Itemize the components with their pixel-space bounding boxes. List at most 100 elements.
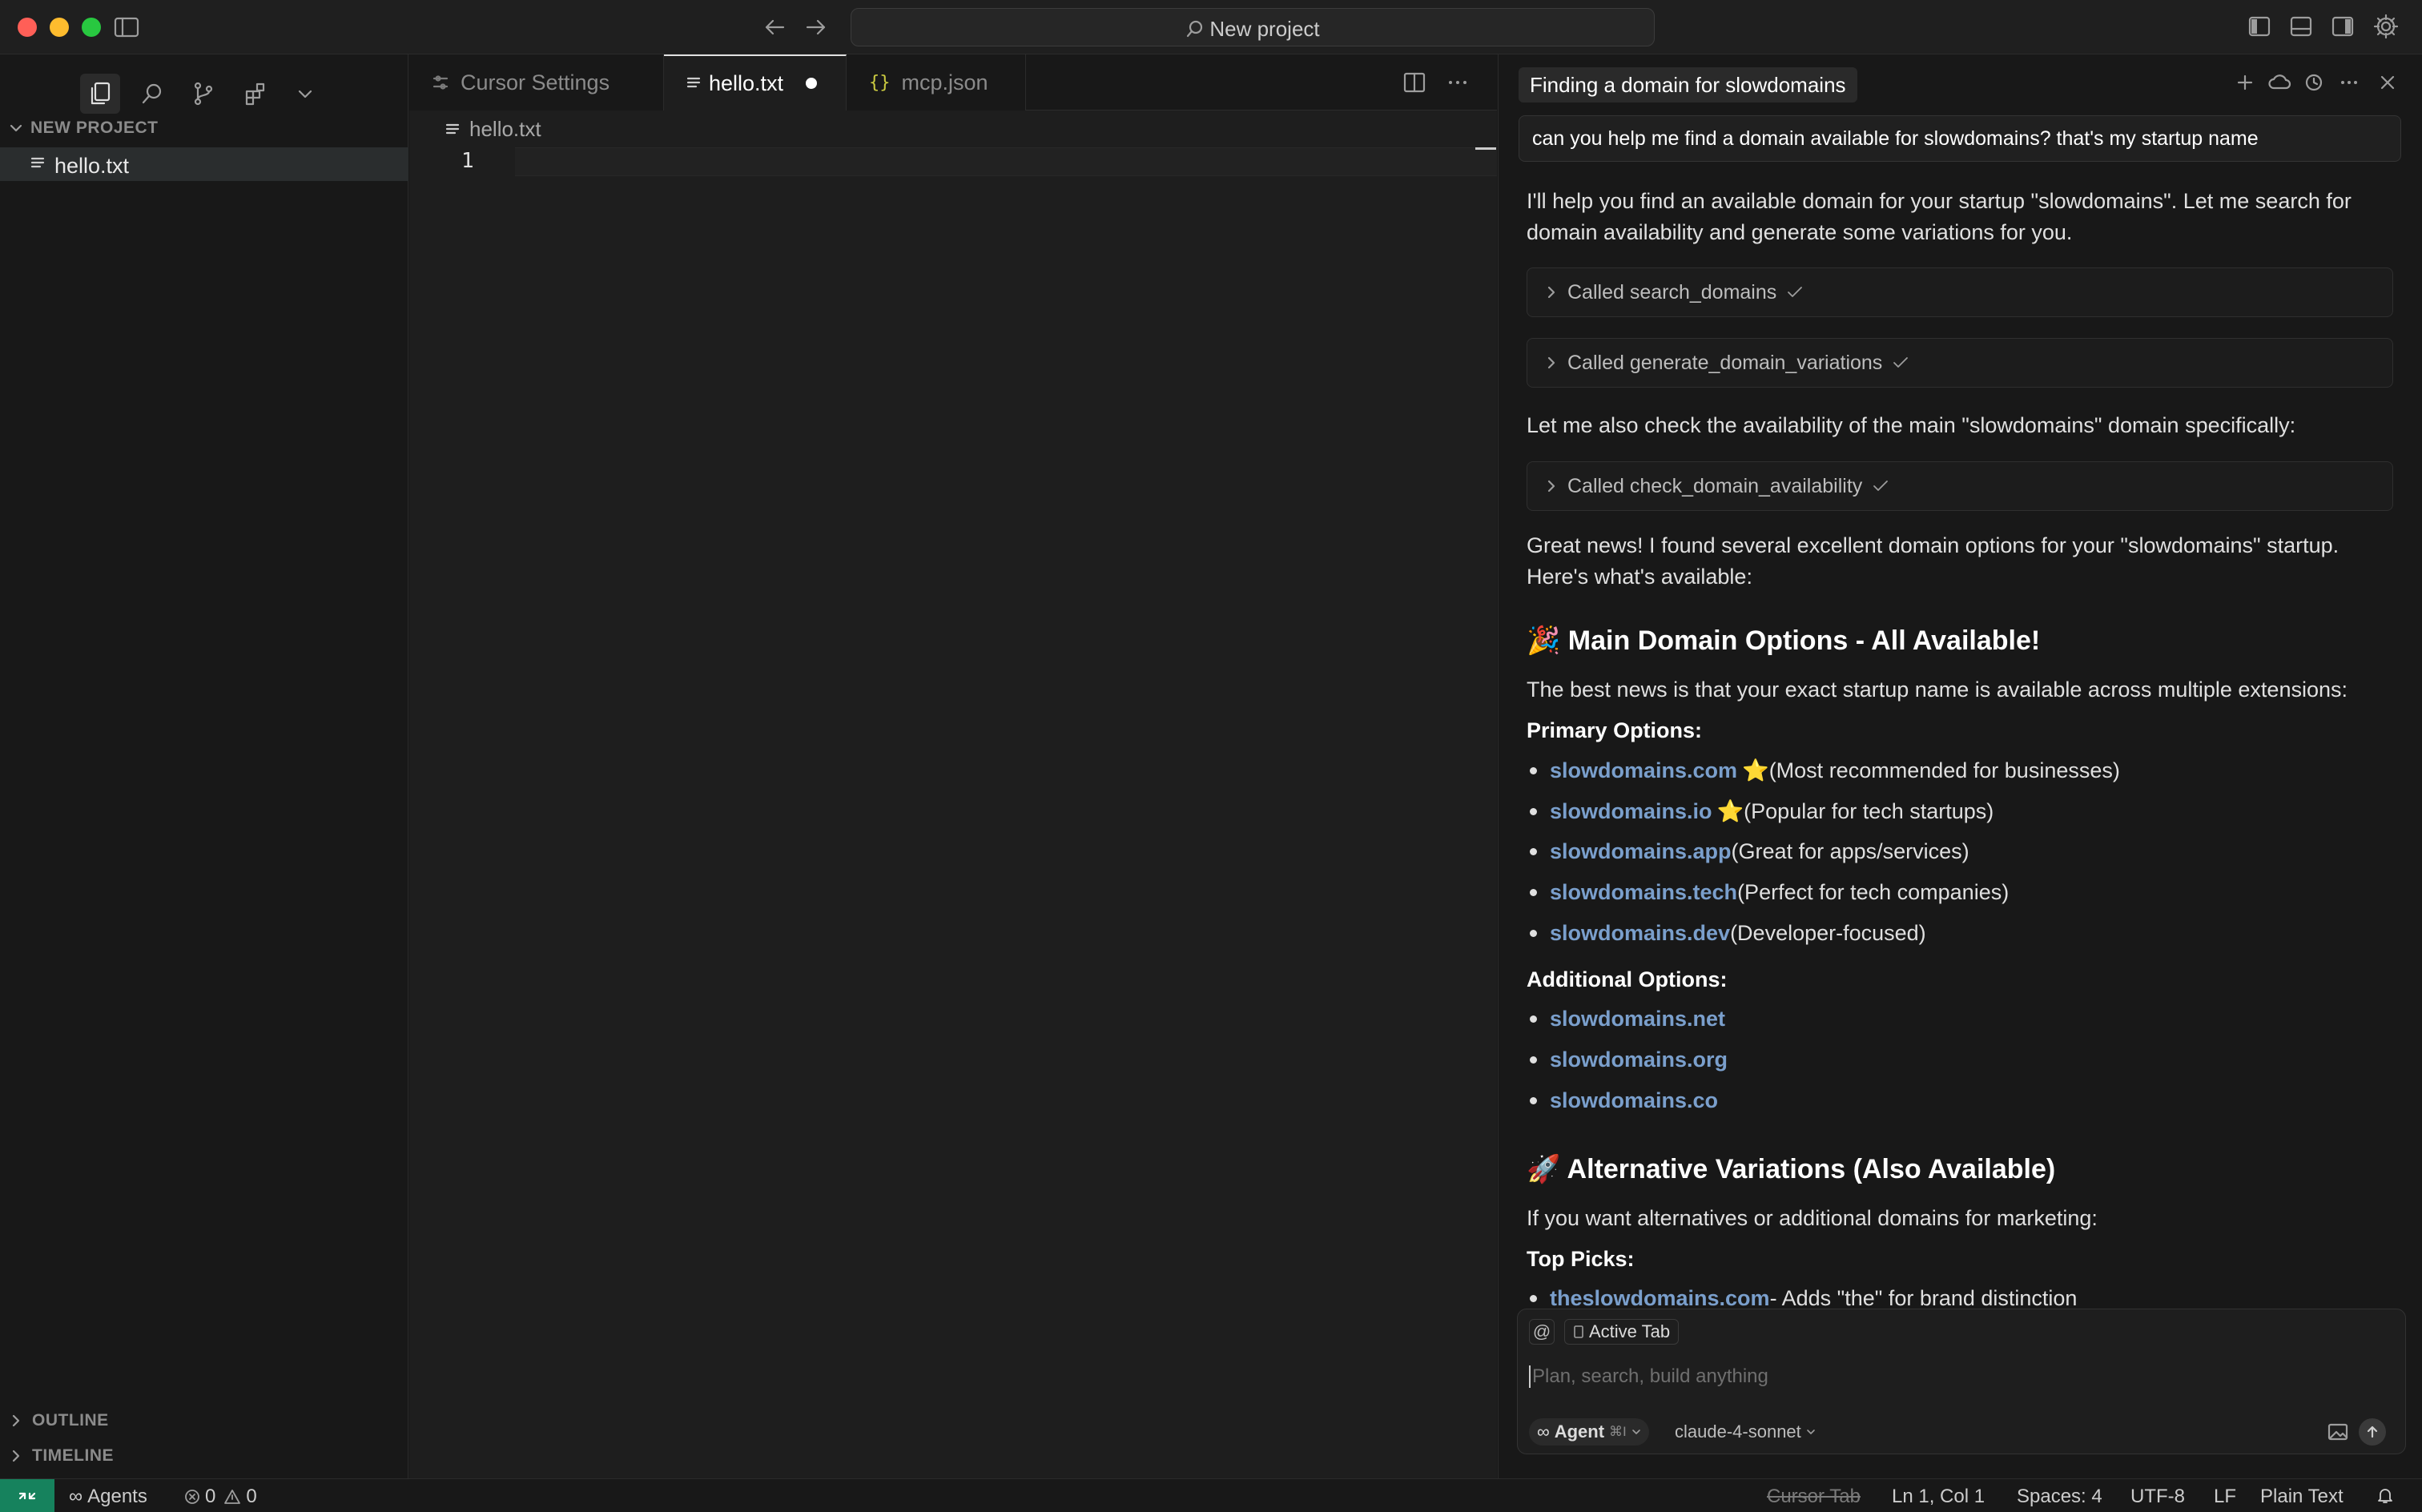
- prompt-input[interactable]: Plan, search, build anything: [1529, 1362, 2394, 1391]
- more-actions-icon[interactable]: [1446, 70, 1470, 94]
- close-window-button[interactable]: [18, 18, 37, 37]
- cursor-position[interactable]: Ln 1, Col 1: [1892, 1486, 1985, 1508]
- assistant-intro: I'll help you find an available domain f…: [1527, 189, 2352, 244]
- infinity-icon: ∞: [1537, 1422, 1550, 1442]
- toggle-panel-icon[interactable]: [2289, 14, 2313, 38]
- model-label: claude-4-sonnet: [1675, 1422, 1801, 1442]
- domain-link[interactable]: theslowdomains.com: [1550, 1286, 1770, 1307]
- outline-title: OUTLINE: [32, 1411, 109, 1430]
- domain-link[interactable]: slowdomains.tech: [1550, 880, 1737, 905]
- domain-link[interactable]: slowdomains.io: [1550, 799, 1712, 824]
- outline-section-header[interactable]: OUTLINE: [8, 1411, 109, 1430]
- current-line-highlight: [515, 147, 1497, 176]
- unsaved-dot-icon[interactable]: [806, 78, 818, 89]
- domain-note: (Most recommended for businesses): [1768, 758, 2120, 782]
- domain-link[interactable]: slowdomains.dev: [1550, 921, 1730, 946]
- active-tab-chip[interactable]: Active Tab: [1564, 1319, 1680, 1345]
- domain-link[interactable]: slowdomains.app: [1550, 839, 1732, 864]
- arrow-up-icon: [2367, 1426, 2378, 1438]
- alternative-variations-heading: 🚀 Alternative Variations (Also Available…: [1527, 1153, 2055, 1185]
- line-ending[interactable]: LF: [2214, 1486, 2236, 1508]
- more-options-icon[interactable]: [2339, 72, 2360, 93]
- chat-title: Finding a domain for slowdomains: [1530, 72, 1846, 97]
- tab-hello-txt[interactable]: hello.txt: [664, 54, 847, 111]
- minimap-indicator[interactable]: [1475, 147, 1496, 150]
- tool-call-search-domains[interactable]: Called search_domains: [1527, 267, 2393, 317]
- domain-link[interactable]: slowdomains.com: [1550, 758, 1737, 783]
- list-item: theslowdomains.com - Adds "the" for bran…: [1527, 1286, 2077, 1307]
- explorer-section-header[interactable]: NEW PROJECT: [8, 119, 159, 138]
- editor-tab-bar: Cursor Settings hello.txt {} mcp.json: [409, 54, 1497, 111]
- user-message[interactable]: can you help me find a domain available …: [1519, 115, 2401, 162]
- editor-area[interactable]: [409, 54, 1497, 1478]
- forward-arrow-icon[interactable]: [804, 16, 828, 38]
- tool-call-generate-variations[interactable]: Called generate_domain_variations: [1527, 338, 2393, 388]
- timeline-section-header[interactable]: TIMELINE: [8, 1446, 114, 1466]
- zoom-window-button[interactable]: [82, 18, 101, 37]
- domain-note: (Popular for tech startups): [1744, 798, 1994, 823]
- gear-icon[interactable]: [2372, 13, 2400, 40]
- minimize-window-button[interactable]: [50, 18, 69, 37]
- bullet-icon: [1530, 807, 1537, 815]
- breadcrumb-file: hello.txt: [469, 117, 541, 141]
- json-file-icon: {}: [869, 72, 891, 93]
- close-panel-icon[interactable]: [2377, 72, 2398, 93]
- domain-link[interactable]: slowdomains.org: [1550, 1048, 1728, 1072]
- cursor-tab-status[interactable]: Cursor Tab: [1767, 1486, 1861, 1508]
- chat-title-tab[interactable]: Finding a domain for slowdomains: [1519, 67, 1857, 103]
- language-mode[interactable]: Plain Text: [2260, 1486, 2344, 1508]
- user-message-text: can you help me find a domain available …: [1532, 127, 2259, 150]
- toggle-sidebar-icon[interactable]: [114, 16, 139, 38]
- tab-mcp-json[interactable]: {} mcp.json: [847, 54, 1026, 111]
- domain-note: - Adds "the" for brand distinction: [1769, 1286, 2078, 1307]
- command-center[interactable]: New project: [851, 8, 1655, 46]
- image-attach-icon[interactable]: [2327, 1422, 2349, 1442]
- status-bar: ∞ Agents 0 0 Cursor Tab Ln 1, Col 1 Spac…: [0, 1478, 2422, 1512]
- chevron-down-icon: [1806, 1427, 1816, 1437]
- line-number: 1: [461, 149, 474, 173]
- tab-cursor-settings[interactable]: Cursor Settings: [409, 54, 664, 111]
- agents-status[interactable]: ∞ Agents: [69, 1486, 147, 1508]
- remote-indicator[interactable]: [0, 1479, 54, 1512]
- send-button[interactable]: [2359, 1418, 2386, 1446]
- add-context-button[interactable]: @: [1529, 1319, 1555, 1345]
- mode-selector[interactable]: ∞ Agent ⌘I: [1529, 1418, 1649, 1446]
- tool-call-label: Called generate_domain_variations: [1567, 351, 1883, 374]
- domain-note: (Developer-focused): [1730, 921, 1926, 945]
- history-icon[interactable]: [2303, 72, 2324, 93]
- tool-call-check-availability[interactable]: Called check_domain_availability: [1527, 461, 2393, 511]
- split-editor-icon[interactable]: [1402, 70, 1426, 94]
- search-view-icon[interactable]: [132, 74, 172, 114]
- indentation[interactable]: Spaces: 4: [2017, 1486, 2102, 1508]
- chevron-down-icon[interactable]: [285, 74, 325, 114]
- domain-link[interactable]: slowdomains.co: [1550, 1088, 1718, 1113]
- file-item[interactable]: hello.txt: [0, 147, 408, 181]
- problems-status[interactable]: 0 0: [184, 1486, 257, 1508]
- source-control-icon[interactable]: [183, 74, 223, 114]
- bullet-icon: [1530, 766, 1537, 774]
- bullet-icon: [1530, 1056, 1537, 1064]
- cloud-icon[interactable]: [2267, 72, 2292, 93]
- domain-link[interactable]: slowdomains.net: [1550, 1007, 1725, 1031]
- composer: @ Active Tab Plan, search, build anythin…: [1517, 1309, 2406, 1454]
- back-arrow-icon[interactable]: [762, 16, 787, 38]
- chip-label: Active Tab: [1589, 1321, 1671, 1341]
- party-popper-icon: 🎉: [1527, 625, 1561, 656]
- domain-note: (Perfect for tech companies): [1737, 880, 2010, 904]
- check-icon: [1872, 479, 1889, 493]
- model-selector[interactable]: claude-4-sonnet: [1675, 1418, 1816, 1446]
- extensions-icon[interactable]: [235, 74, 276, 114]
- encoding[interactable]: UTF-8: [2130, 1486, 2185, 1508]
- breadcrumb[interactable]: hello.txt: [445, 117, 541, 142]
- heading-text: Alternative Variations (Also Available): [1567, 1154, 2056, 1184]
- notifications-bell-icon[interactable]: [2376, 1486, 2395, 1505]
- toggle-secondary-sidebar-icon[interactable]: [2331, 14, 2355, 38]
- text-cursor: [1529, 1365, 1531, 1388]
- toggle-primary-sidebar-icon[interactable]: [2247, 14, 2271, 38]
- new-chat-icon[interactable]: [2235, 72, 2255, 93]
- main-options-heading: 🎉 Main Domain Options - All Available!: [1527, 625, 2040, 657]
- chevron-right-icon: [1545, 479, 1558, 493]
- chat-scroll-clip: theslowdomains.com - Adds "the" for bran…: [1498, 1285, 2422, 1307]
- explorer-icon[interactable]: [80, 74, 120, 114]
- explorer-section-title: NEW PROJECT: [30, 119, 159, 137]
